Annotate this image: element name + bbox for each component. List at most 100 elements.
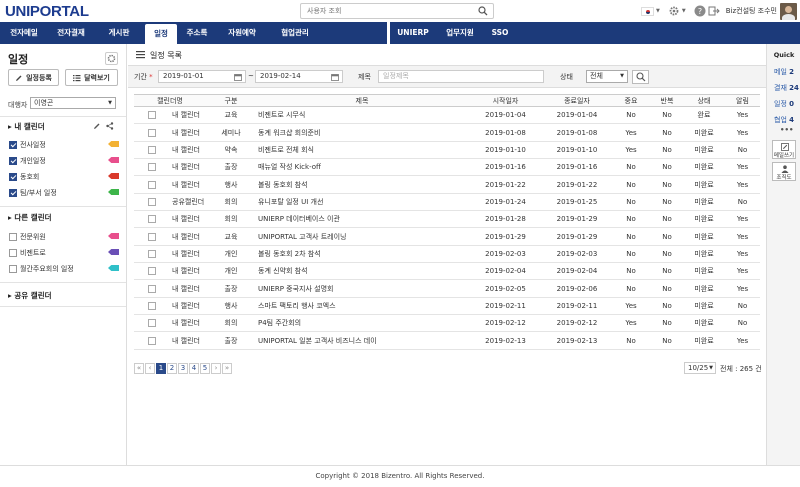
nav-unierp[interactable]: UNIERP	[396, 22, 430, 44]
row-checkbox-cell[interactable]	[134, 106, 170, 125]
nav-collab[interactable]: 협업관리	[272, 22, 318, 44]
table-row[interactable]: 내 캘린더 교육 UNIPORTAL 고객사 트레이닝 2019-01-29 2019-…	[134, 227, 760, 246]
nav-board[interactable]: 게시판	[98, 22, 140, 44]
edit-icon[interactable]	[93, 122, 101, 130]
row-checkbox-cell[interactable]	[134, 227, 170, 246]
row-checkbox-cell[interactable]	[134, 158, 170, 177]
row-checkbox-cell[interactable]	[134, 331, 170, 350]
page-button[interactable]: 1	[156, 362, 166, 374]
col-end[interactable]: 종료일자	[543, 94, 611, 107]
other-cal-item[interactable]: 월간주요회의 일정	[9, 263, 119, 274]
user-search-input[interactable]	[301, 4, 471, 18]
col-calendar[interactable]: 캘린더명	[134, 94, 206, 107]
checkbox[interactable]	[9, 172, 17, 181]
row-checkbox-cell[interactable]	[134, 193, 170, 212]
nav-mail[interactable]: 전자메일	[4, 22, 44, 44]
title-cell[interactable]: 볼링 동호회 2차 참석	[256, 245, 468, 264]
row-checkbox-cell[interactable]	[134, 262, 170, 281]
table-row[interactable]: 내 캘린더 회의 P4팀 주간회의 2019-02-12 2019-02-12 Yes No…	[134, 314, 760, 333]
start-date-input[interactable]: 2019-01-01	[158, 70, 246, 83]
row-checkbox-cell[interactable]	[134, 297, 170, 316]
row-checkbox-cell[interactable]	[134, 141, 170, 160]
title-cell[interactable]: 비젠트로 시무식	[256, 106, 468, 125]
other-cal-item[interactable]: 전문위원	[9, 231, 119, 242]
title-cell[interactable]: 볼링 동호회 참석	[256, 175, 468, 194]
title-cell[interactable]: 비젠트로 전체 회식	[256, 141, 468, 160]
row-checkbox[interactable]	[148, 319, 156, 328]
table-row[interactable]: 내 캘린더 개인 동계 신약회 참석 2019-02-04 2019-02-04 No No…	[134, 262, 760, 281]
col-start[interactable]: 시작일자	[468, 94, 543, 107]
my-cal-item[interactable]: 팀/부서 일정	[9, 187, 119, 198]
col-repeat[interactable]: 반복	[651, 94, 683, 107]
other-calendar-header[interactable]: ▸ 다른 캘린더	[8, 212, 52, 223]
settings-button[interactable]	[105, 52, 118, 65]
row-checkbox[interactable]	[148, 180, 156, 189]
row-checkbox[interactable]	[148, 163, 156, 172]
title-cell[interactable]: 동계 신약회 참석	[256, 262, 468, 281]
checkbox[interactable]	[9, 232, 17, 241]
status-select[interactable]: 전체 ▼	[586, 70, 628, 83]
page-button[interactable]: 3	[178, 362, 188, 374]
col-title[interactable]: 제목	[256, 94, 468, 107]
table-row[interactable]: 내 캘린더 행사 스마트 팩토리 행사 코엑스 2019-02-11 2019-02-1…	[134, 297, 760, 316]
nav-resource[interactable]: 자원예약	[222, 22, 262, 44]
table-row[interactable]: 내 캘린더 출장 매뉴얼 작성 Kick-off 2019-01-16 2019-01-…	[134, 158, 760, 177]
table-row[interactable]: 내 캘린더 교육 비젠트로 시무식 2019-01-04 2019-01-04 No No 완…	[134, 106, 760, 125]
page-button[interactable]: 2	[167, 362, 177, 374]
row-checkbox-cell[interactable]	[134, 210, 170, 229]
title-cell[interactable]: UNIERP 중국지사 설명회	[256, 279, 468, 298]
checkbox[interactable]	[9, 248, 17, 257]
table-row[interactable]: 내 캘린더 개인 볼링 동호회 2차 참석 2019-02-03 2019-02-03 N…	[134, 245, 760, 264]
checkbox[interactable]	[9, 264, 17, 273]
row-checkbox[interactable]	[148, 197, 156, 206]
more-icon[interactable]: •••	[780, 126, 793, 134]
nav-sso[interactable]: SSO	[488, 22, 512, 44]
col-alarm[interactable]: 알림	[725, 94, 760, 107]
row-checkbox-cell[interactable]	[134, 123, 170, 142]
page-button[interactable]: 5	[200, 362, 210, 374]
org-chart-button[interactable]: 조직도	[772, 162, 796, 181]
nav-schedule[interactable]: 일정	[145, 24, 177, 44]
quick-schedule[interactable]: 일정 0	[774, 99, 794, 109]
row-checkbox[interactable]	[148, 232, 156, 241]
my-cal-item[interactable]: 개인일정	[9, 155, 119, 166]
subject-input[interactable]: 일정제목	[378, 70, 544, 83]
month-view-button[interactable]: 달력보기	[65, 69, 118, 86]
last-page-button[interactable]: »	[222, 362, 232, 374]
checkbox[interactable]	[9, 140, 17, 149]
chevron-down-icon[interactable]: ▼	[656, 8, 660, 14]
quick-mail[interactable]: 메일 2	[774, 67, 794, 77]
table-row[interactable]: 내 캘린더 약속 비젠트로 전체 회식 2019-01-10 2019-01-10 Yes…	[134, 141, 760, 160]
title-cell[interactable]: UNIPORTAL 고객사 트레이닝	[256, 227, 468, 246]
my-calendar-header[interactable]: ▸ 내 캘린더	[8, 121, 45, 132]
nav-address[interactable]: 주소록	[182, 22, 212, 44]
row-checkbox[interactable]	[148, 145, 156, 154]
gear-icon[interactable]	[668, 5, 680, 17]
my-cal-item[interactable]: 전사일정	[9, 139, 119, 150]
row-checkbox[interactable]	[148, 215, 156, 224]
title-cell[interactable]: 스마트 팩토리 행사 코엑스	[256, 297, 468, 316]
row-checkbox[interactable]	[148, 128, 156, 137]
user-name[interactable]: Biz컨설팅 조수민	[726, 6, 777, 16]
page-button[interactable]: 4	[189, 362, 199, 374]
table-row[interactable]: 공유캘린더 회의 유니포탈 일정 UI 개선 2019-01-24 2019-01-25…	[134, 193, 760, 212]
row-checkbox[interactable]	[148, 336, 156, 345]
search-button[interactable]	[632, 70, 649, 84]
next-page-button[interactable]: ›	[211, 362, 221, 374]
page-size-select[interactable]: 10/25 ▼	[684, 362, 716, 374]
title-cell[interactable]: 동계 워크샵 회의준비	[256, 123, 468, 142]
my-cal-item[interactable]: 동호회	[9, 171, 119, 182]
row-checkbox[interactable]	[148, 267, 156, 276]
quick-collab[interactable]: 협업 4	[774, 115, 794, 125]
share-icon[interactable]	[106, 122, 114, 130]
shared-calendar-header[interactable]: ▸ 공유 캘린더	[8, 290, 52, 301]
table-row[interactable]: 내 캘린더 출장 UNIERP 중국지사 설명회 2019-02-05 2019-02-…	[134, 279, 760, 298]
calendar-icon[interactable]	[331, 73, 339, 81]
title-cell[interactable]: P4팀 주간회의	[256, 314, 468, 333]
title-cell[interactable]: 매뉴얼 작성 Kick-off	[256, 158, 468, 177]
first-page-button[interactable]: «	[134, 362, 144, 374]
row-checkbox-cell[interactable]	[134, 245, 170, 264]
checkbox[interactable]	[9, 188, 17, 197]
owner-select[interactable]: 이영곤 ▼	[30, 97, 116, 109]
other-cal-item[interactable]: 비젠트로	[9, 247, 119, 258]
